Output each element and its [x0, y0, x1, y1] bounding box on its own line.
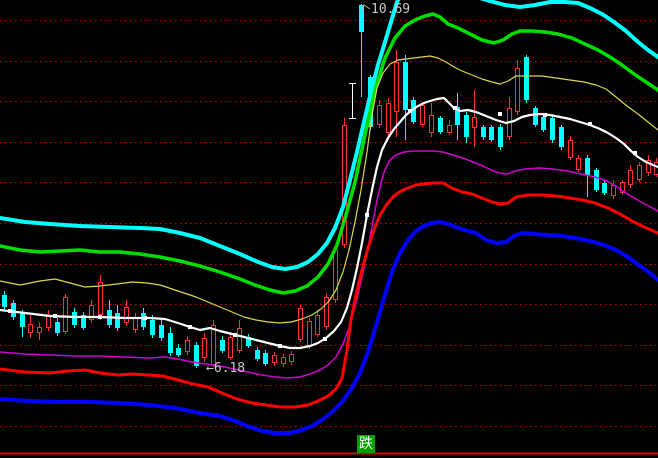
candle: [125, 300, 129, 326]
candle: [325, 293, 329, 330]
candle: [99, 275, 103, 320]
candle: [403, 55, 408, 140]
candle: [134, 313, 138, 333]
candle: [533, 106, 538, 127]
candle: [282, 354, 286, 367]
candle: [273, 352, 277, 366]
chart-canvas[interactable]: [0, 0, 658, 458]
candle: [550, 116, 555, 143]
candle: [569, 136, 573, 160]
candle: [594, 168, 599, 192]
candle: [577, 155, 581, 172]
candle: [455, 93, 460, 140]
candle: [186, 336, 190, 355]
candle: [508, 97, 512, 140]
candle: [2, 291, 7, 310]
candle: [638, 162, 642, 182]
candle: [263, 350, 268, 366]
candle: [47, 310, 51, 331]
candle: [481, 125, 486, 140]
price-label-low: ←6.18: [206, 362, 245, 376]
gridlines: [0, 21, 658, 427]
price-label-high: 10.69: [371, 3, 410, 17]
high-price-value: 10.69: [371, 2, 410, 17]
candle: [473, 90, 477, 147]
candle: [524, 55, 529, 103]
candle: [498, 124, 503, 150]
candle: [541, 115, 546, 132]
candle: [316, 310, 320, 337]
candle: [387, 98, 391, 136]
candle: [64, 294, 68, 334]
candle: [90, 300, 94, 323]
candle: [20, 310, 25, 337]
candle: [220, 336, 225, 353]
candle: [430, 103, 434, 137]
candle: [464, 112, 469, 143]
candle: [255, 347, 260, 361]
stock-chart-window: 10.69 ←6.18 跌: [0, 0, 658, 458]
candle: [612, 180, 616, 199]
candle: [203, 333, 207, 362]
candle: [489, 125, 494, 142]
candle: [359, 4, 364, 97]
candle: [81, 312, 86, 330]
lower-band-blue: [0, 222, 658, 433]
candle: [38, 322, 42, 340]
upper-band-green: [0, 14, 658, 293]
candle: [299, 305, 303, 342]
candle: [621, 180, 625, 195]
candle: [290, 351, 294, 365]
candle: [55, 318, 60, 336]
candle: [421, 102, 425, 127]
candle: [647, 155, 651, 176]
fall-badge: 跌: [357, 435, 375, 453]
candle: [349, 83, 356, 119]
candle: [246, 334, 251, 348]
candle: [168, 327, 173, 356]
candle: [29, 315, 33, 338]
left-arrow-icon: ←: [206, 361, 214, 376]
candle: [629, 165, 633, 188]
candle: [602, 181, 607, 195]
candle: [559, 125, 564, 150]
candle: [308, 318, 312, 349]
candle: [229, 334, 233, 360]
candle: [378, 100, 382, 128]
low-price-value: 6.18: [214, 361, 245, 376]
candles: [2, 4, 658, 368]
candle: [212, 320, 216, 367]
candle: [516, 60, 520, 115]
candle: [194, 342, 199, 368]
candle: [438, 116, 443, 134]
candle: [159, 320, 164, 341]
candle: [448, 120, 452, 135]
